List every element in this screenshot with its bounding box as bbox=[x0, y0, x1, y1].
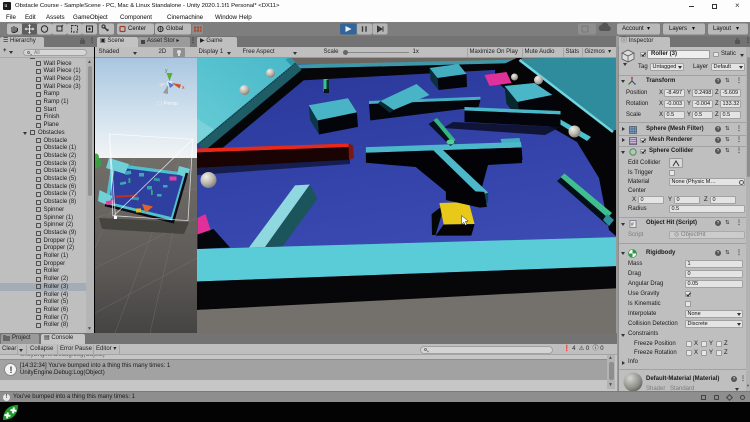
svg-text:▢ Persp: ▢ Persp bbox=[157, 101, 178, 107]
svg-text:#: # bbox=[631, 222, 634, 228]
